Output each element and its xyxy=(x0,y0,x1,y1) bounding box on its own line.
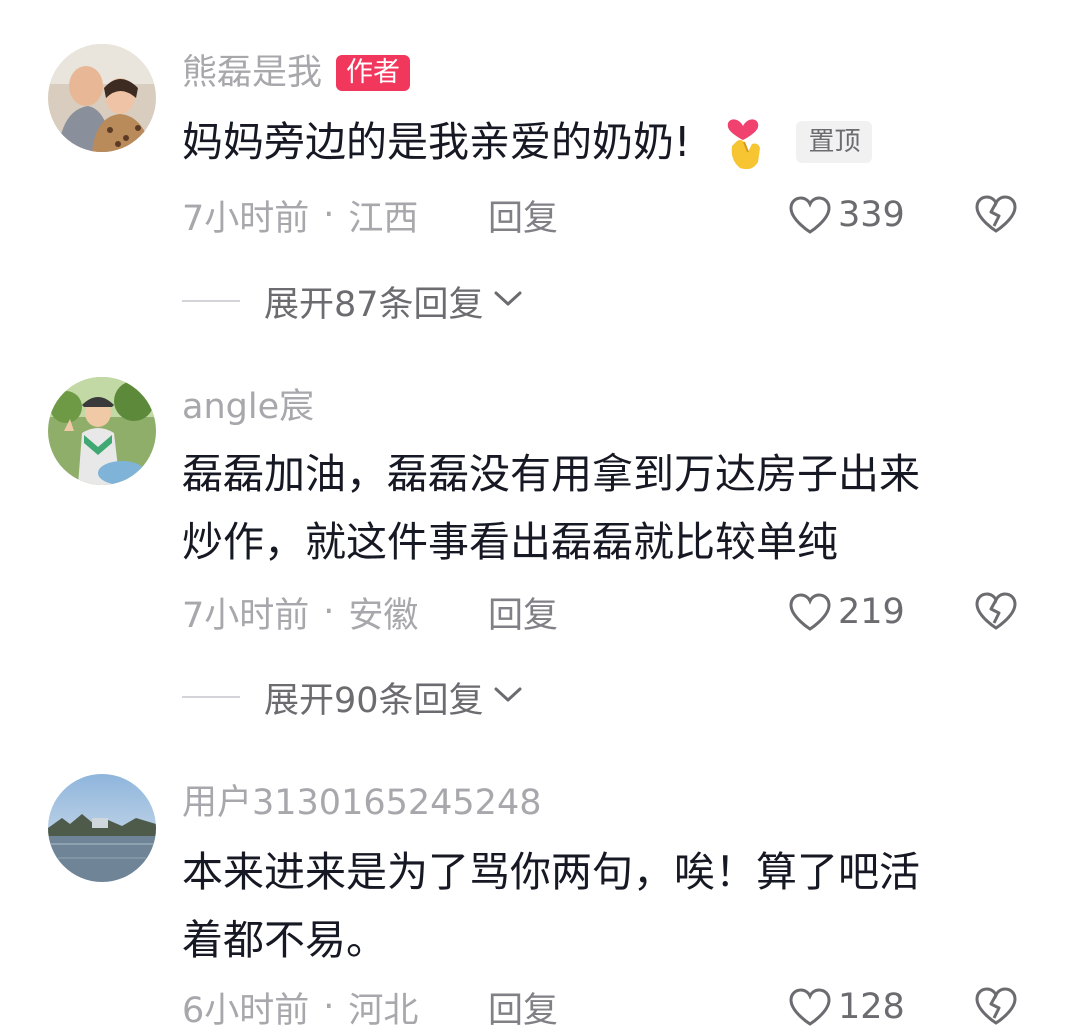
comment-location: 河北 xyxy=(348,990,419,1031)
comment-text[interactable]: 磊磊加油，磊磊没有用拿到万达房子出来 炒作，就这件事看出磊磊就比较单纯 xyxy=(182,440,1012,576)
username-row: 熊磊是我 作者 xyxy=(182,51,411,95)
comment-text-line: 着都不易。 xyxy=(182,916,387,964)
chevron-down-icon xyxy=(492,289,524,313)
comment-text-line: 妈妈旁边的是我亲爱的奶奶! xyxy=(182,118,691,166)
reply-button[interactable]: 回复 xyxy=(488,982,558,1033)
like-button[interactable]: 219 xyxy=(788,592,905,632)
like-count: 339 xyxy=(838,195,905,235)
comment-text-line: 磊磊加油，磊磊没有用拿到万达房子出来 xyxy=(182,450,920,498)
like-button[interactable]: 339 xyxy=(788,195,905,235)
broken-heart-icon[interactable] xyxy=(974,591,1018,635)
like-count: 128 xyxy=(838,987,905,1027)
username[interactable]: 熊磊是我 xyxy=(182,51,322,95)
comment-text-line: 炒作，就这件事看出磊磊就比较单纯 xyxy=(182,518,838,566)
broken-heart-icon[interactable] xyxy=(974,986,1018,1030)
pinned-badge: 置顶 xyxy=(796,121,873,163)
expand-replies-label: 展开90条回复 xyxy=(264,680,484,721)
divider xyxy=(182,300,240,302)
expand-replies-label: 展开87条回复 xyxy=(264,284,484,325)
comment-meta: 7小时前 · 安徽 回复 219 xyxy=(182,587,1042,637)
username-row: angle宸 xyxy=(182,385,314,429)
expand-replies[interactable]: 展开90条回复 xyxy=(182,672,524,722)
divider xyxy=(182,696,240,698)
comment-text-line: 本来进来是为了骂你两句，唉！算了吧活 xyxy=(182,848,920,896)
heart-outline-icon xyxy=(789,593,831,631)
heart-outline-icon xyxy=(789,988,831,1026)
comment-location: 安徽 xyxy=(348,595,419,636)
meta-separator: · xyxy=(323,592,335,632)
comment-meta: 6小时前 · 河北 回复 128 xyxy=(182,982,1042,1032)
chevron-down-icon xyxy=(492,685,524,709)
broken-heart-icon[interactable] xyxy=(974,194,1018,238)
username[interactable]: 用户3130165245248 xyxy=(182,781,542,825)
comment-text[interactable]: 本来进来是为了骂你两句，唉！算了吧活 着都不易。 xyxy=(182,838,1012,974)
heart-hands-emoji-icon xyxy=(718,112,768,172)
comment-time: 7小时前 xyxy=(182,198,310,239)
expand-replies[interactable]: 展开87条回复 xyxy=(182,276,524,326)
meta-separator: · xyxy=(323,195,335,235)
reply-button[interactable]: 回复 xyxy=(488,587,558,638)
avatar[interactable] xyxy=(48,774,156,882)
author-badge: 作者 xyxy=(336,55,411,91)
avatar[interactable] xyxy=(48,44,156,152)
meta-separator: · xyxy=(323,987,335,1027)
like-button[interactable]: 128 xyxy=(788,987,905,1027)
comment-text[interactable]: 妈妈旁边的是我亲爱的奶奶! 置顶 xyxy=(182,108,1012,176)
username[interactable]: angle宸 xyxy=(182,385,314,429)
comment-meta: 7小时前 · 江西 回复 339 xyxy=(182,190,1042,240)
reply-button[interactable]: 回复 xyxy=(488,190,558,241)
comment-time: 7小时前 xyxy=(182,595,310,636)
comment-time: 6小时前 xyxy=(182,990,310,1031)
comment-location: 江西 xyxy=(348,198,419,239)
like-count: 219 xyxy=(838,592,905,632)
avatar[interactable] xyxy=(48,377,156,485)
username-row: 用户3130165245248 xyxy=(182,781,542,825)
heart-outline-icon xyxy=(789,196,831,234)
